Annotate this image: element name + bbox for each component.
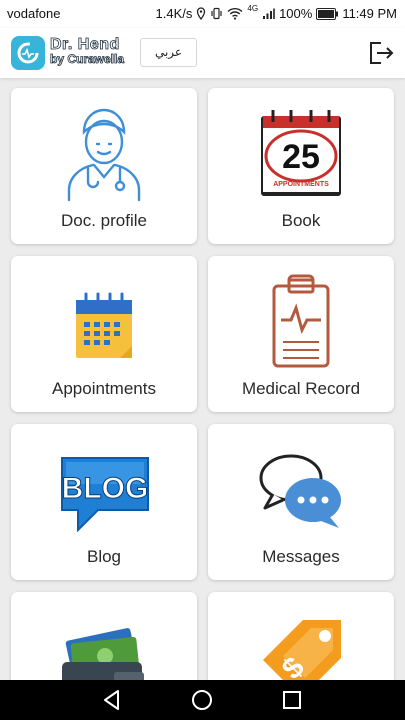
calendar-icon — [76, 292, 132, 358]
home-icon[interactable] — [190, 688, 214, 712]
calendar-day-icon: 25 APPOINTMENTS — [261, 110, 341, 196]
clipboard-icon — [272, 274, 330, 368]
menu-item-doc-profile[interactable]: Doc. profile — [11, 88, 197, 244]
calendar-day-number: 25 — [282, 138, 320, 176]
calendar-day-caption: APPOINTMENTS — [273, 181, 329, 188]
blog-icon: BLOG — [61, 457, 149, 533]
brand-subtitle: by Curawella — [50, 52, 125, 67]
menu-item-messages[interactable]: Messages — [208, 424, 394, 580]
logout-icon[interactable] — [368, 41, 394, 65]
status-bar: vodafone 1.4K/s 4G 100% 11:49 PM — [0, 0, 405, 28]
menu-item-blog[interactable]: BLOG Blog — [11, 424, 197, 580]
menu-grid: Doc. profile 25 APPOINTMENTS Book Appoin… — [0, 78, 405, 680]
wallet-icon — [62, 628, 144, 680]
price-tag-icon: $ — [263, 620, 341, 680]
menu-item-label: Messages — [262, 547, 340, 566]
brand-title: Dr. Hend — [50, 36, 120, 53]
language-toggle-button[interactable]: عربي — [140, 38, 197, 67]
menu-item-book[interactable]: 25 APPOINTMENTS Book — [208, 88, 394, 244]
recents-icon[interactable] — [280, 688, 304, 712]
back-icon[interactable] — [100, 688, 124, 712]
menu-item-label: Book — [281, 211, 321, 230]
app-header: Dr. Hend by Curawella عربي — [0, 28, 405, 78]
doctor-icon — [67, 108, 141, 202]
menu-item-label: Medical Record — [241, 379, 361, 398]
network-type: 4G — [247, 4, 259, 13]
vibrate-icon — [211, 7, 222, 20]
network-speed: 1.4K/s — [155, 6, 193, 21]
status-icons: 1.4K/s 4G 100% 11:49 PM — [155, 4, 397, 21]
clock: 11:49 PM — [342, 6, 397, 21]
brand-name: Dr. Hend by Curawella — [50, 36, 125, 67]
system-navigation-bar — [0, 680, 405, 720]
menu-item-appointments[interactable]: Appointments — [11, 256, 197, 412]
menu-item-pricing[interactable]: $ — [208, 592, 394, 680]
chat-bubbles-icon — [259, 454, 341, 528]
menu-item-label: Appointments — [52, 379, 156, 398]
blog-icon-text: BLOG — [62, 472, 149, 505]
menu-item-medical-record[interactable]: Medical Record — [208, 256, 394, 412]
battery-percent: 100% — [279, 6, 313, 21]
location-icon — [197, 7, 206, 20]
menu-item-label: Doc. profile — [61, 211, 147, 230]
menu-item-payments[interactable] — [11, 592, 197, 680]
carrier-name: vodafone — [7, 6, 61, 21]
wifi-icon — [227, 7, 243, 20]
menu-item-label: Blog — [86, 547, 122, 566]
battery-icon — [316, 7, 339, 20]
signal-icon — [263, 8, 275, 19]
app-logo-icon — [11, 36, 45, 70]
